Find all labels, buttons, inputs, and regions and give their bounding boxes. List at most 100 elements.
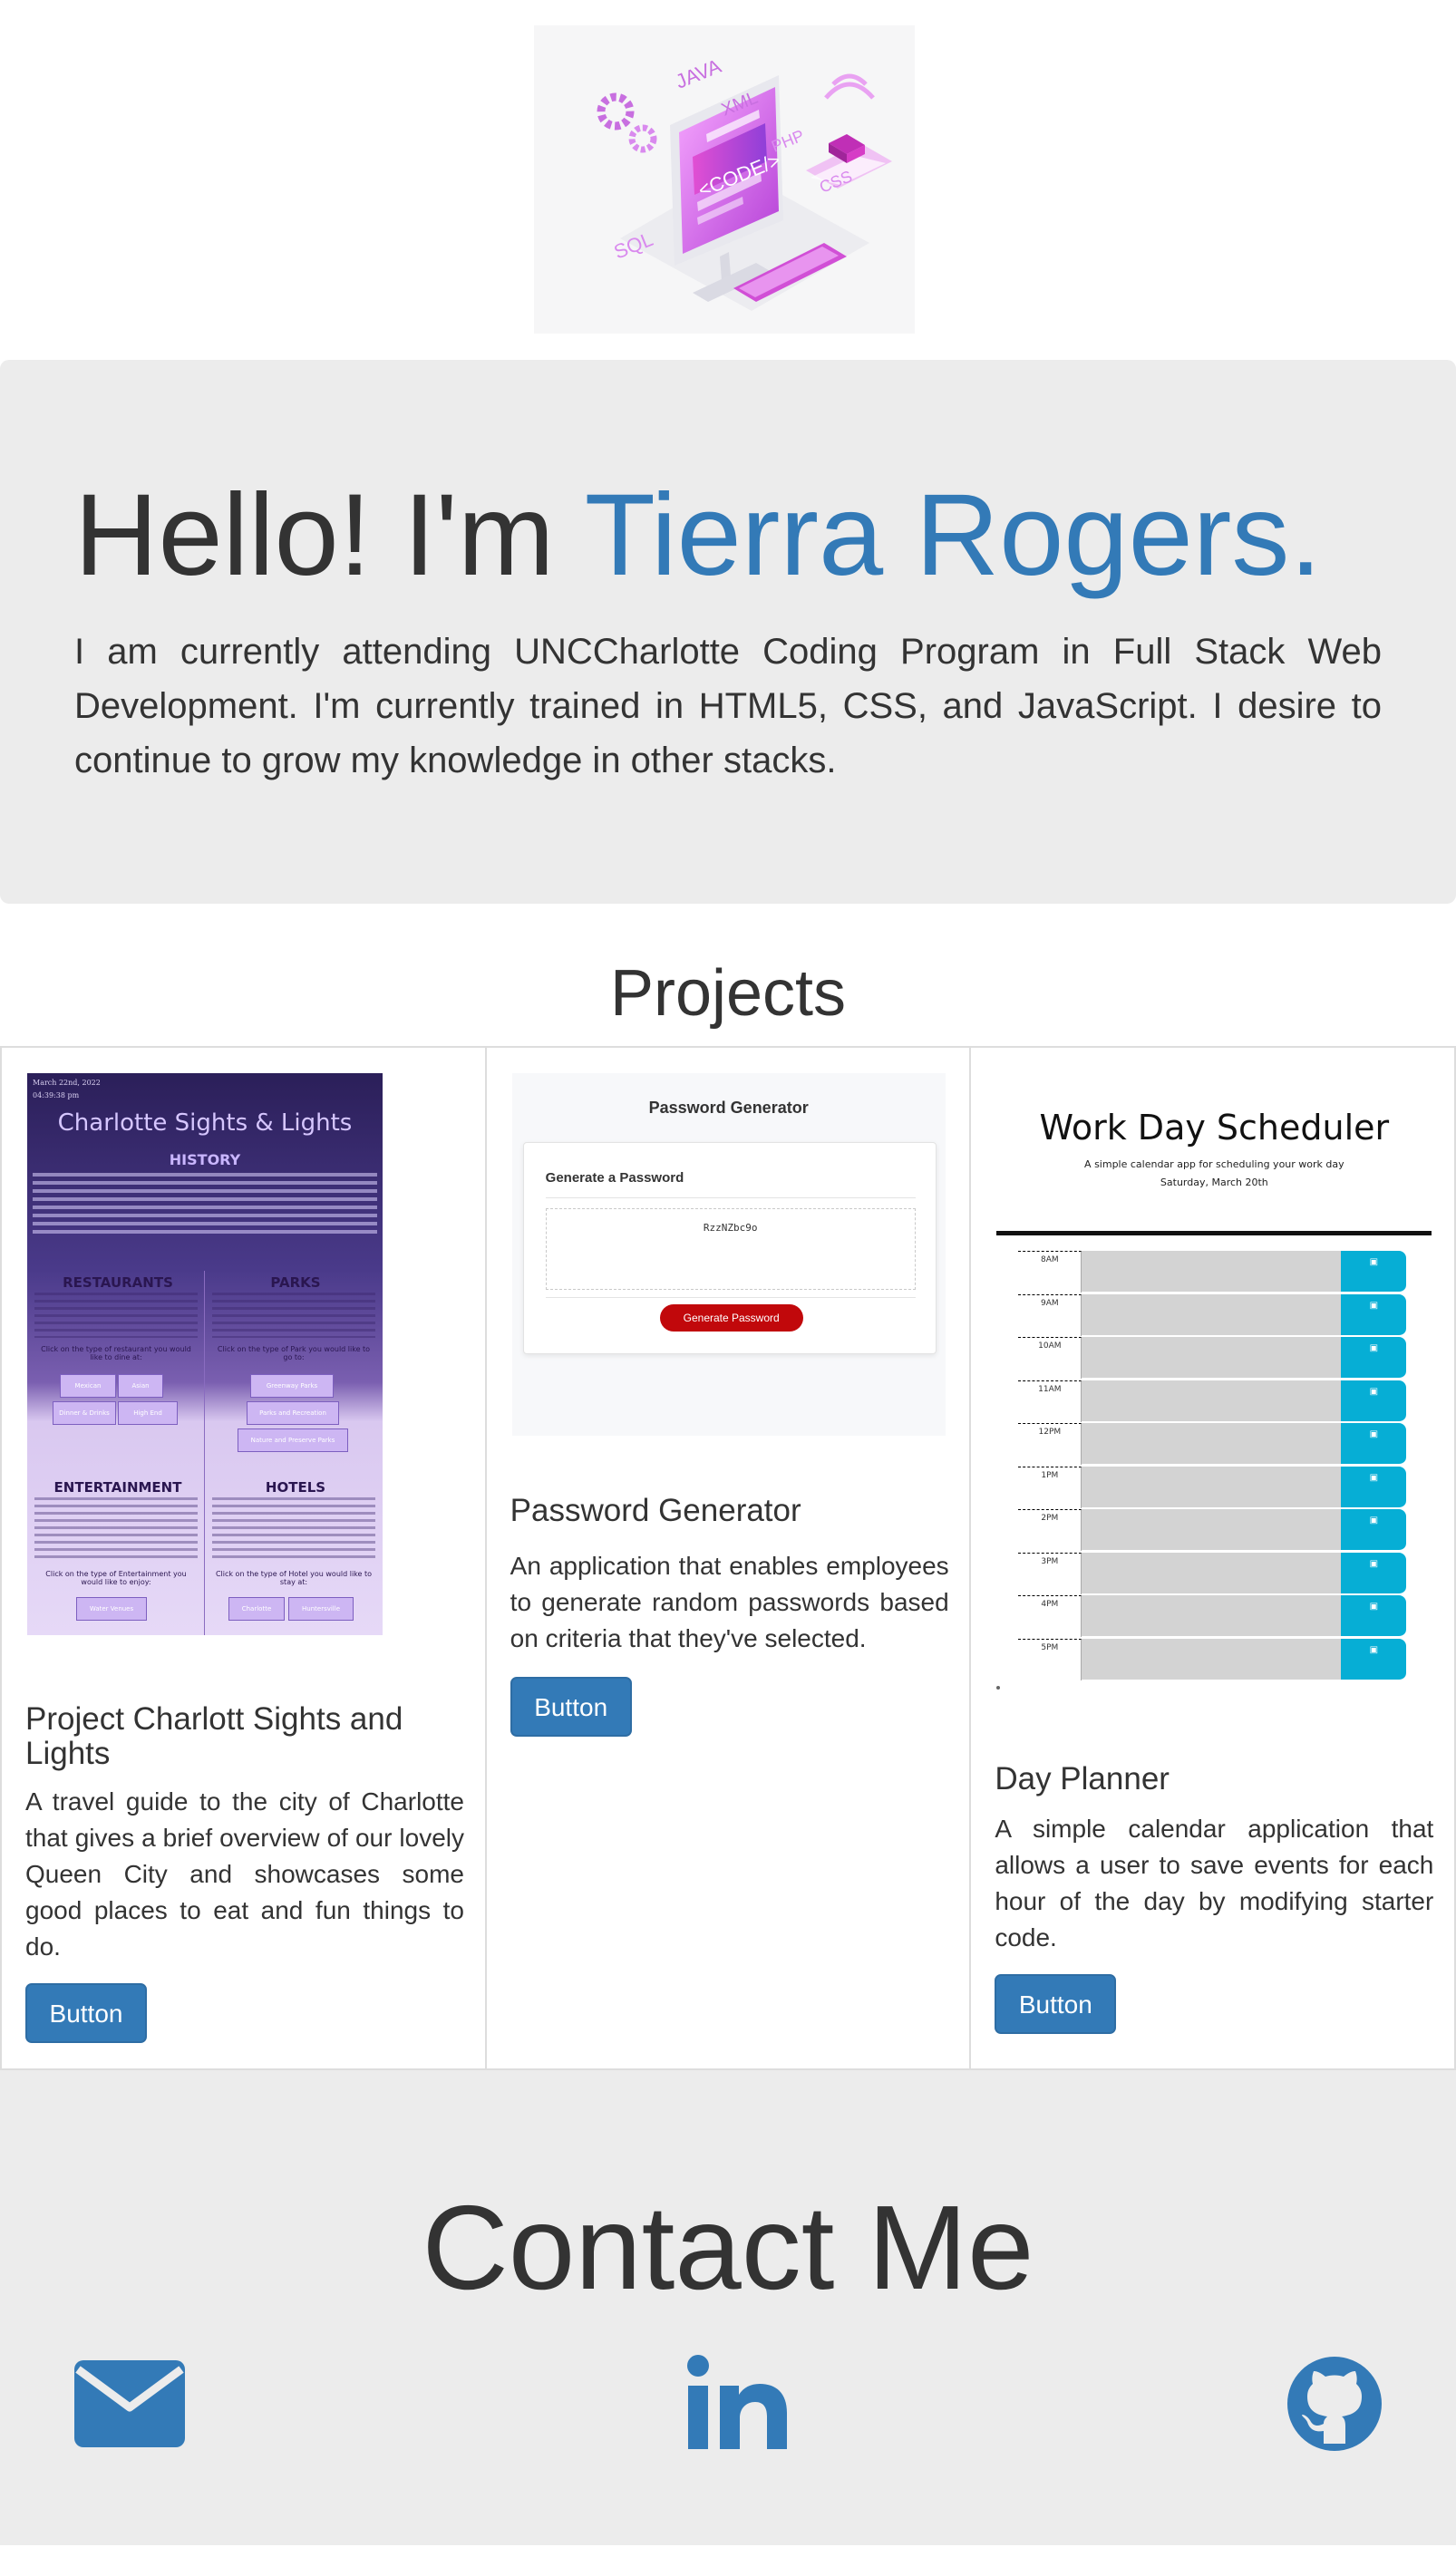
shot-entertainment-prompt: Click on the type of Entertainment you w…	[45, 1570, 187, 1586]
shot-hour-row: 8AM ▣	[1018, 1251, 1410, 1293]
shot-hour-field	[1082, 1466, 1342, 1508]
greeting-text: Hello! I'm	[74, 470, 585, 600]
shot-hour-field	[1082, 1380, 1342, 1422]
project-button[interactable]: Button	[995, 1974, 1117, 2034]
svg-text:SQL: SQL	[611, 228, 656, 264]
project-description: An application that enables employees to…	[510, 1552, 949, 1652]
shot-hour-label: 3PM	[1018, 1552, 1082, 1594]
shot-hour-row: 1PM ▣	[1018, 1466, 1410, 1508]
shot-subtitle: A simple calendar app for scheduling you…	[1084, 1158, 1344, 1170]
shot-hour-field	[1082, 1509, 1342, 1551]
shot-parks-text	[212, 1293, 375, 1338]
shot-card-title: Generate a Password	[545, 1170, 684, 1186]
shot-hotels-prompt: Click on the type of Hotel you would lik…	[215, 1570, 373, 1586]
project-card-password: Password Generator Generate a Password R…	[487, 1048, 972, 2068]
shot-hour-field	[1082, 1251, 1342, 1293]
shot-hour-field	[1082, 1423, 1342, 1465]
projects-grid: March 22nd, 2022 04:39:38 pm Charlotte S…	[0, 1046, 1456, 2070]
shot-history-text	[33, 1173, 377, 1236]
shot-restaurants: RESTAURANTS	[63, 1274, 173, 1291]
shot-heading: Password Generator	[648, 1099, 809, 1117]
shot-hour-label: 11AM	[1018, 1380, 1082, 1422]
linkedin-link[interactable]	[687, 2355, 787, 2449]
shot-generate-button: Generate Password	[659, 1304, 803, 1332]
shot-restaurants-text	[34, 1293, 198, 1338]
shot-hour-row: 5PM ▣	[1018, 1638, 1410, 1680]
contact-heading: Contact Me	[422, 2181, 1034, 2314]
shot-save-icon: ▣	[1341, 1466, 1407, 1508]
shot-hour-row: 10AM ▣	[1018, 1337, 1410, 1379]
svg-text:JAVA: JAVA	[673, 54, 725, 93]
shot-time: 04:39:38 pm	[33, 1091, 80, 1099]
shot-hour-label: 5PM	[1018, 1638, 1082, 1680]
jumbotron: Hello! I'm Tierra Rogers. I am currently…	[0, 360, 1456, 904]
author-name: Tierra Rogers.	[584, 470, 1322, 600]
email-link[interactable]	[74, 2360, 185, 2447]
envelope-icon	[74, 2360, 185, 2447]
shot-save-icon: ▣	[1341, 1423, 1407, 1465]
shot-hotels-text	[212, 1497, 375, 1561]
shot-title: Work Day Scheduler	[1039, 1108, 1390, 1148]
shot-save-icon: ▣	[1341, 1337, 1407, 1379]
shot-history: HISTORY	[169, 1151, 241, 1168]
project-button[interactable]: Button	[510, 1677, 632, 1737]
shot-hour-label: 4PM	[1018, 1595, 1082, 1637]
shot-hour-label: 12PM	[1018, 1423, 1082, 1465]
project-screenshot-password: Password Generator Generate a Password R…	[511, 1073, 946, 1436]
github-icon	[1287, 2357, 1382, 2451]
intro-text: I am currently attending UNCCharlotte Co…	[74, 632, 1382, 780]
shot-parks-prompt: Click on the type of Park you would like…	[217, 1345, 371, 1361]
shot-hour-row: 9AM ▣	[1018, 1293, 1410, 1336]
shot-btn-huntersville: Huntersville	[288, 1597, 354, 1621]
coding-illustration-icon: JAVA XML PHP <CODE/> SQL CSS	[597, 54, 892, 311]
shot-save-icon: ▣	[1341, 1509, 1407, 1551]
shot-hour-row: 12PM ▣	[1018, 1423, 1410, 1465]
shot-hour-label: 9AM	[1018, 1293, 1082, 1336]
shot-hour-row: 3PM ▣	[1018, 1552, 1410, 1594]
shot-btn-greenway: Greenway Parks	[250, 1374, 334, 1398]
projects-heading: Projects	[609, 957, 847, 1030]
shot-save-icon: ▣	[1341, 1380, 1407, 1422]
shot-hour-label: 10AM	[1018, 1337, 1082, 1379]
shot-hour-field	[1082, 1552, 1342, 1594]
shot-save-icon: ▣	[1341, 1552, 1407, 1594]
project-card-dayplanner: Work Day Scheduler A simple calendar app…	[971, 1048, 1454, 2068]
shot-save-icon: ▣	[1341, 1595, 1407, 1637]
shot-date: March 22nd, 2022	[33, 1079, 101, 1087]
shot-date: Saturday, March 20th	[1160, 1177, 1268, 1188]
linkedin-icon	[687, 2355, 787, 2449]
shot-btn-dinner: Dinner & Drinks	[53, 1401, 116, 1425]
shot-hour-field	[1082, 1638, 1342, 1680]
shot-hour-field	[1082, 1337, 1342, 1379]
shot-hour-row: 11AM ▣	[1018, 1380, 1410, 1422]
project-title: Day Planner	[995, 1761, 1170, 1796]
shot-hour-label: 1PM	[1018, 1466, 1082, 1508]
shot-btn-asian: Asian	[118, 1374, 163, 1398]
shot-dot	[996, 1686, 1001, 1690]
shot-btn-highend: High End	[118, 1401, 178, 1425]
shot-btn-nature: Nature and Preserve Parks	[238, 1428, 348, 1452]
project-button[interactable]: Button	[25, 1983, 147, 2043]
shot-btn-charlotte: Charlotte	[228, 1597, 285, 1621]
shot-save-icon: ▣	[1341, 1638, 1407, 1680]
shot-hotels: HOTELS	[265, 1479, 326, 1496]
shot-restaurants-prompt: Click on the type of restaurant you woul…	[41, 1345, 191, 1361]
shot-btn-parksrec: Parks and Recreation	[247, 1401, 339, 1425]
github-link[interactable]	[1287, 2357, 1382, 2451]
shot-hour-row: 2PM ▣	[1018, 1509, 1410, 1551]
shot-hour-field	[1082, 1293, 1342, 1336]
project-title: Project Charlott Sights and Lights	[25, 1701, 403, 1771]
shot-save-icon: ▣	[1341, 1251, 1407, 1293]
contact-section: Contact Me	[0, 2070, 1456, 2545]
shot-title: Charlotte Sights & Lights	[57, 1109, 353, 1137]
shot-hour-row: 4PM ▣	[1018, 1595, 1410, 1637]
page-title: Hello! I'm Tierra Rogers.	[74, 478, 1322, 594]
project-description: A simple calendar application that allow…	[995, 1815, 1434, 1951]
shot-card: Generate a Password RzzNZbc9o Generate P…	[522, 1142, 937, 1354]
shot-hour-field	[1082, 1595, 1342, 1637]
project-title: Password Generator	[510, 1493, 801, 1528]
project-card-charlotte: March 22nd, 2022 04:39:38 pm Charlotte S…	[2, 1048, 487, 2068]
project-description: A travel guide to the city of Charlotte …	[25, 1787, 464, 1961]
shot-btn-water: Water Venues	[76, 1597, 147, 1621]
shot-hour-label: 2PM	[1018, 1509, 1082, 1551]
